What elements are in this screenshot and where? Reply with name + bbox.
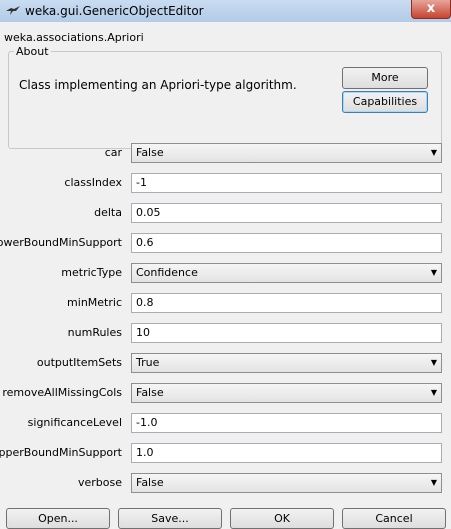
- param-select-metricType[interactable]: Confidence ▼: [131, 263, 442, 283]
- close-icon: x: [426, 1, 436, 16]
- param-label-lowerBoundMinSupport: lowerBoundMinSupport: [0, 236, 122, 249]
- param-label-upperBoundMinSupport: upperBoundMinSupport: [0, 446, 122, 459]
- chevron-down-icon: ▼: [430, 268, 437, 277]
- param-value-metricType: Confidence: [136, 266, 198, 279]
- capabilities-button[interactable]: Capabilities: [342, 91, 428, 113]
- chevron-down-icon: ▼: [430, 388, 437, 397]
- about-description: Class implementing an Apriori-type algor…: [19, 78, 297, 92]
- param-label-car: car: [104, 146, 122, 159]
- title-bar: weka.gui.GenericObjectEditor x: [0, 0, 451, 23]
- close-button[interactable]: x: [411, 0, 451, 19]
- window-title: weka.gui.GenericObjectEditor: [25, 4, 204, 18]
- param-label-numRules: numRules: [67, 326, 122, 339]
- param-label-verbose: verbose: [77, 476, 122, 489]
- param-label-classIndex: classIndex: [64, 176, 122, 189]
- param-value-verbose: False: [136, 476, 164, 489]
- param-input-upperBoundMinSupport[interactable]: 1.0: [131, 443, 442, 463]
- open-button[interactable]: Open...: [6, 508, 110, 529]
- param-label-outputItemSets: outputItemSets: [36, 356, 122, 369]
- param-select-removeAllMissingCols[interactable]: False ▼: [131, 383, 442, 403]
- editor-panel: weka.associations.Apriori About Class im…: [0, 22, 451, 529]
- param-input-minMetric[interactable]: 0.8: [131, 293, 442, 313]
- class-name-label[interactable]: weka.associations.Apriori: [4, 31, 144, 44]
- param-label-minMetric: minMetric: [67, 296, 122, 309]
- param-input-significanceLevel[interactable]: -1.0: [131, 413, 442, 433]
- more-button[interactable]: More: [342, 67, 428, 89]
- param-input-numRules[interactable]: 10: [131, 323, 442, 343]
- param-select-verbose[interactable]: False ▼: [131, 473, 442, 493]
- param-input-lowerBoundMinSupport[interactable]: 0.6: [131, 233, 442, 253]
- param-input-delta[interactable]: 0.05: [131, 203, 442, 223]
- cancel-button[interactable]: Cancel: [342, 508, 446, 529]
- save-button[interactable]: Save...: [118, 508, 222, 529]
- ok-button[interactable]: OK: [230, 508, 334, 529]
- param-select-car[interactable]: False ▼: [131, 143, 442, 163]
- param-select-outputItemSets[interactable]: True ▼: [131, 353, 442, 373]
- weka-bird-icon: [5, 4, 21, 18]
- param-label-significanceLevel: significanceLevel: [27, 416, 122, 429]
- param-label-removeAllMissingCols: removeAllMissingCols: [2, 386, 122, 399]
- param-value-removeAllMissingCols: False: [136, 386, 164, 399]
- about-legend: About: [14, 45, 51, 58]
- chevron-down-icon: ▼: [430, 148, 437, 157]
- chevron-down-icon: ▼: [430, 358, 437, 367]
- param-label-delta: delta: [94, 206, 122, 219]
- param-input-classIndex[interactable]: -1: [131, 173, 442, 193]
- chevron-down-icon: ▼: [430, 478, 437, 487]
- param-label-metricType: metricType: [61, 266, 122, 279]
- param-value-outputItemSets: True: [136, 356, 160, 369]
- param-value-car: False: [136, 146, 164, 159]
